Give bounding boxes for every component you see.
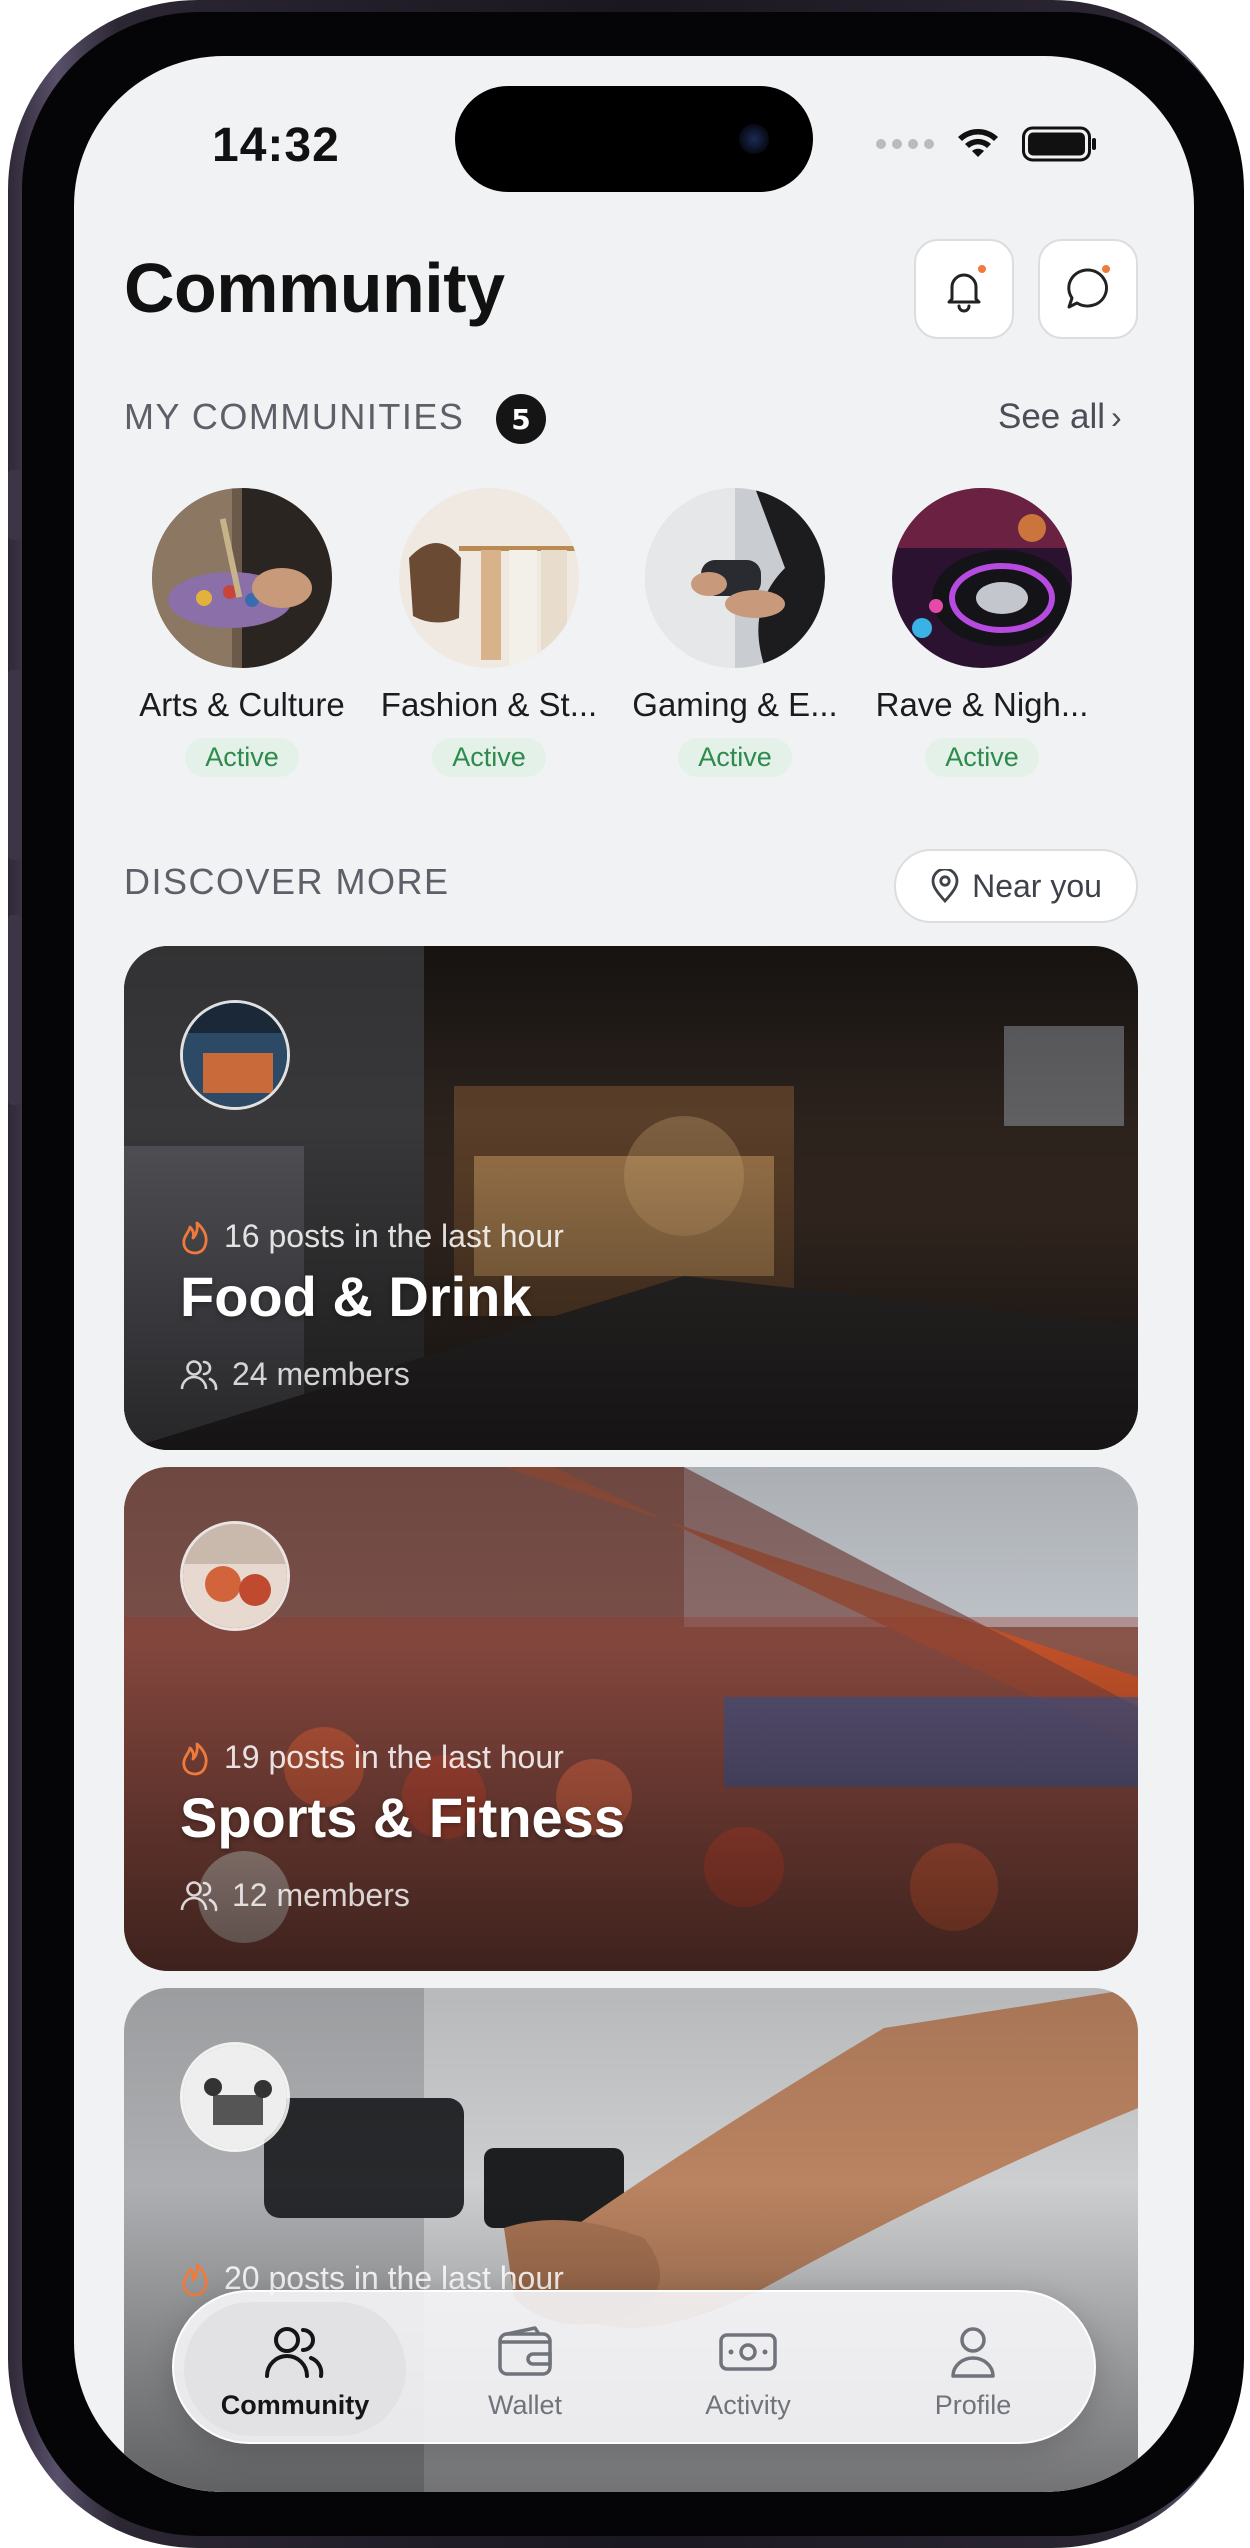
- notifications-button[interactable]: [914, 239, 1014, 339]
- members-count: 12 members: [180, 1877, 410, 1914]
- community-item-rave[interactable]: Rave & Nigh... Active: [864, 488, 1100, 777]
- see-all-link[interactable]: See all ›: [998, 397, 1122, 437]
- community-name: T: [1111, 686, 1136, 724]
- notification-dot: [976, 263, 988, 275]
- community-icon: [265, 2327, 324, 2378]
- card-thumbnail: [180, 1521, 290, 1631]
- community-item-arts[interactable]: Arts & Culture Active: [124, 488, 360, 777]
- members-count: 24 members: [180, 1356, 410, 1393]
- card-title: Sports & Fitness: [180, 1786, 625, 1849]
- tab-community[interactable]: Community: [184, 2302, 406, 2436]
- discover-more-label: DISCOVER MORE: [124, 861, 450, 902]
- my-communities-label: MY COMMUNITIES: [124, 396, 465, 437]
- posts-activity: 16 posts in the last hour: [180, 1218, 564, 1255]
- card-title: Food & Drink: [180, 1265, 532, 1328]
- status-badge: Active: [432, 738, 546, 777]
- action-button: [8, 470, 22, 540]
- status-badge: Active: [678, 738, 792, 777]
- community-item-partial[interactable]: T: [1111, 488, 1136, 724]
- wallet-icon: [498, 2326, 552, 2376]
- community-avatar: [399, 488, 579, 668]
- community-card-food[interactable]: 16 posts in the last hour Food & Drink 2…: [124, 946, 1138, 1450]
- tab-label: Activity: [705, 2390, 791, 2420]
- community-avatar: [645, 488, 825, 668]
- posts-activity: 19 posts in the last hour: [180, 1739, 564, 1776]
- tab-wallet[interactable]: Wallet: [414, 2302, 636, 2436]
- signal-icon: [876, 139, 934, 149]
- tab-activity[interactable]: Activity: [637, 2302, 859, 2436]
- community-name: Rave & Nigh...: [875, 686, 1089, 723]
- flame-icon: [182, 1742, 208, 1775]
- members-label: 12 members: [232, 1877, 410, 1913]
- phone-frame: 14:32 Community MY COMMUNITIES 5 See all…: [8, 0, 1244, 2548]
- location-pin-icon: [931, 869, 959, 903]
- community-card-sports[interactable]: 19 posts in the last hour Sports & Fitne…: [124, 1467, 1138, 1971]
- camera-lens: [739, 124, 769, 154]
- tab-label: Community: [220, 2390, 370, 2420]
- activity-icon: [719, 2333, 777, 2371]
- status-badge: Active: [925, 738, 1039, 777]
- chevron-right-icon: ›: [1111, 399, 1122, 435]
- see-all-label: See all: [998, 397, 1106, 436]
- volume-up-button: [8, 670, 22, 860]
- community-avatar: [152, 488, 332, 668]
- status-time: 14:32: [212, 119, 340, 172]
- community-avatar: [892, 488, 1072, 668]
- app-screen: 14:32 Community MY COMMUNITIES 5 See all…: [74, 56, 1194, 2492]
- community-item-gaming[interactable]: Gaming & E... Active: [617, 488, 853, 777]
- status-badge: Active: [185, 738, 299, 777]
- flame-icon: [182, 1221, 208, 1254]
- community-item-fashion[interactable]: Fashion & St... Active: [371, 488, 607, 777]
- tab-label: Profile: [934, 2390, 1012, 2420]
- tab-label: Wallet: [487, 2390, 562, 2420]
- community-name: Arts & Culture: [139, 686, 345, 723]
- dynamic-island: [455, 86, 813, 192]
- posts-count-label: 19 posts in the last hour: [224, 1739, 564, 1775]
- wifi-icon: [958, 129, 998, 157]
- community-name: Gaming & E...: [632, 686, 838, 723]
- near-you-label: Near you: [972, 867, 1102, 904]
- tab-profile[interactable]: Profile: [862, 2302, 1084, 2436]
- card-thumbnail: [180, 1000, 290, 1110]
- page-title: Community: [124, 249, 505, 327]
- flame-icon: [182, 2263, 208, 2296]
- battery-icon: [1022, 126, 1096, 162]
- communities-count-badge: 5: [496, 394, 546, 444]
- messages-button[interactable]: [1038, 239, 1138, 339]
- bottom-tab-bar: Community Wallet Activity Profile: [172, 2290, 1096, 2444]
- members-icon: [180, 1359, 218, 1390]
- near-you-filter[interactable]: Near you: [894, 849, 1138, 923]
- members-icon: [180, 1880, 218, 1911]
- card-thumbnail: [180, 2042, 290, 2152]
- my-communities-carousel[interactable]: Arts & Culture Active Fashion & St... Ac…: [74, 488, 1136, 788]
- posts-count-label: 16 posts in the last hour: [224, 1218, 564, 1254]
- status-icons: [876, 126, 1098, 162]
- message-dot: [1100, 263, 1112, 275]
- community-name: Fashion & St...: [380, 686, 598, 723]
- profile-icon: [951, 2327, 995, 2378]
- members-label: 24 members: [232, 1356, 410, 1392]
- volume-down-button: [8, 915, 22, 1105]
